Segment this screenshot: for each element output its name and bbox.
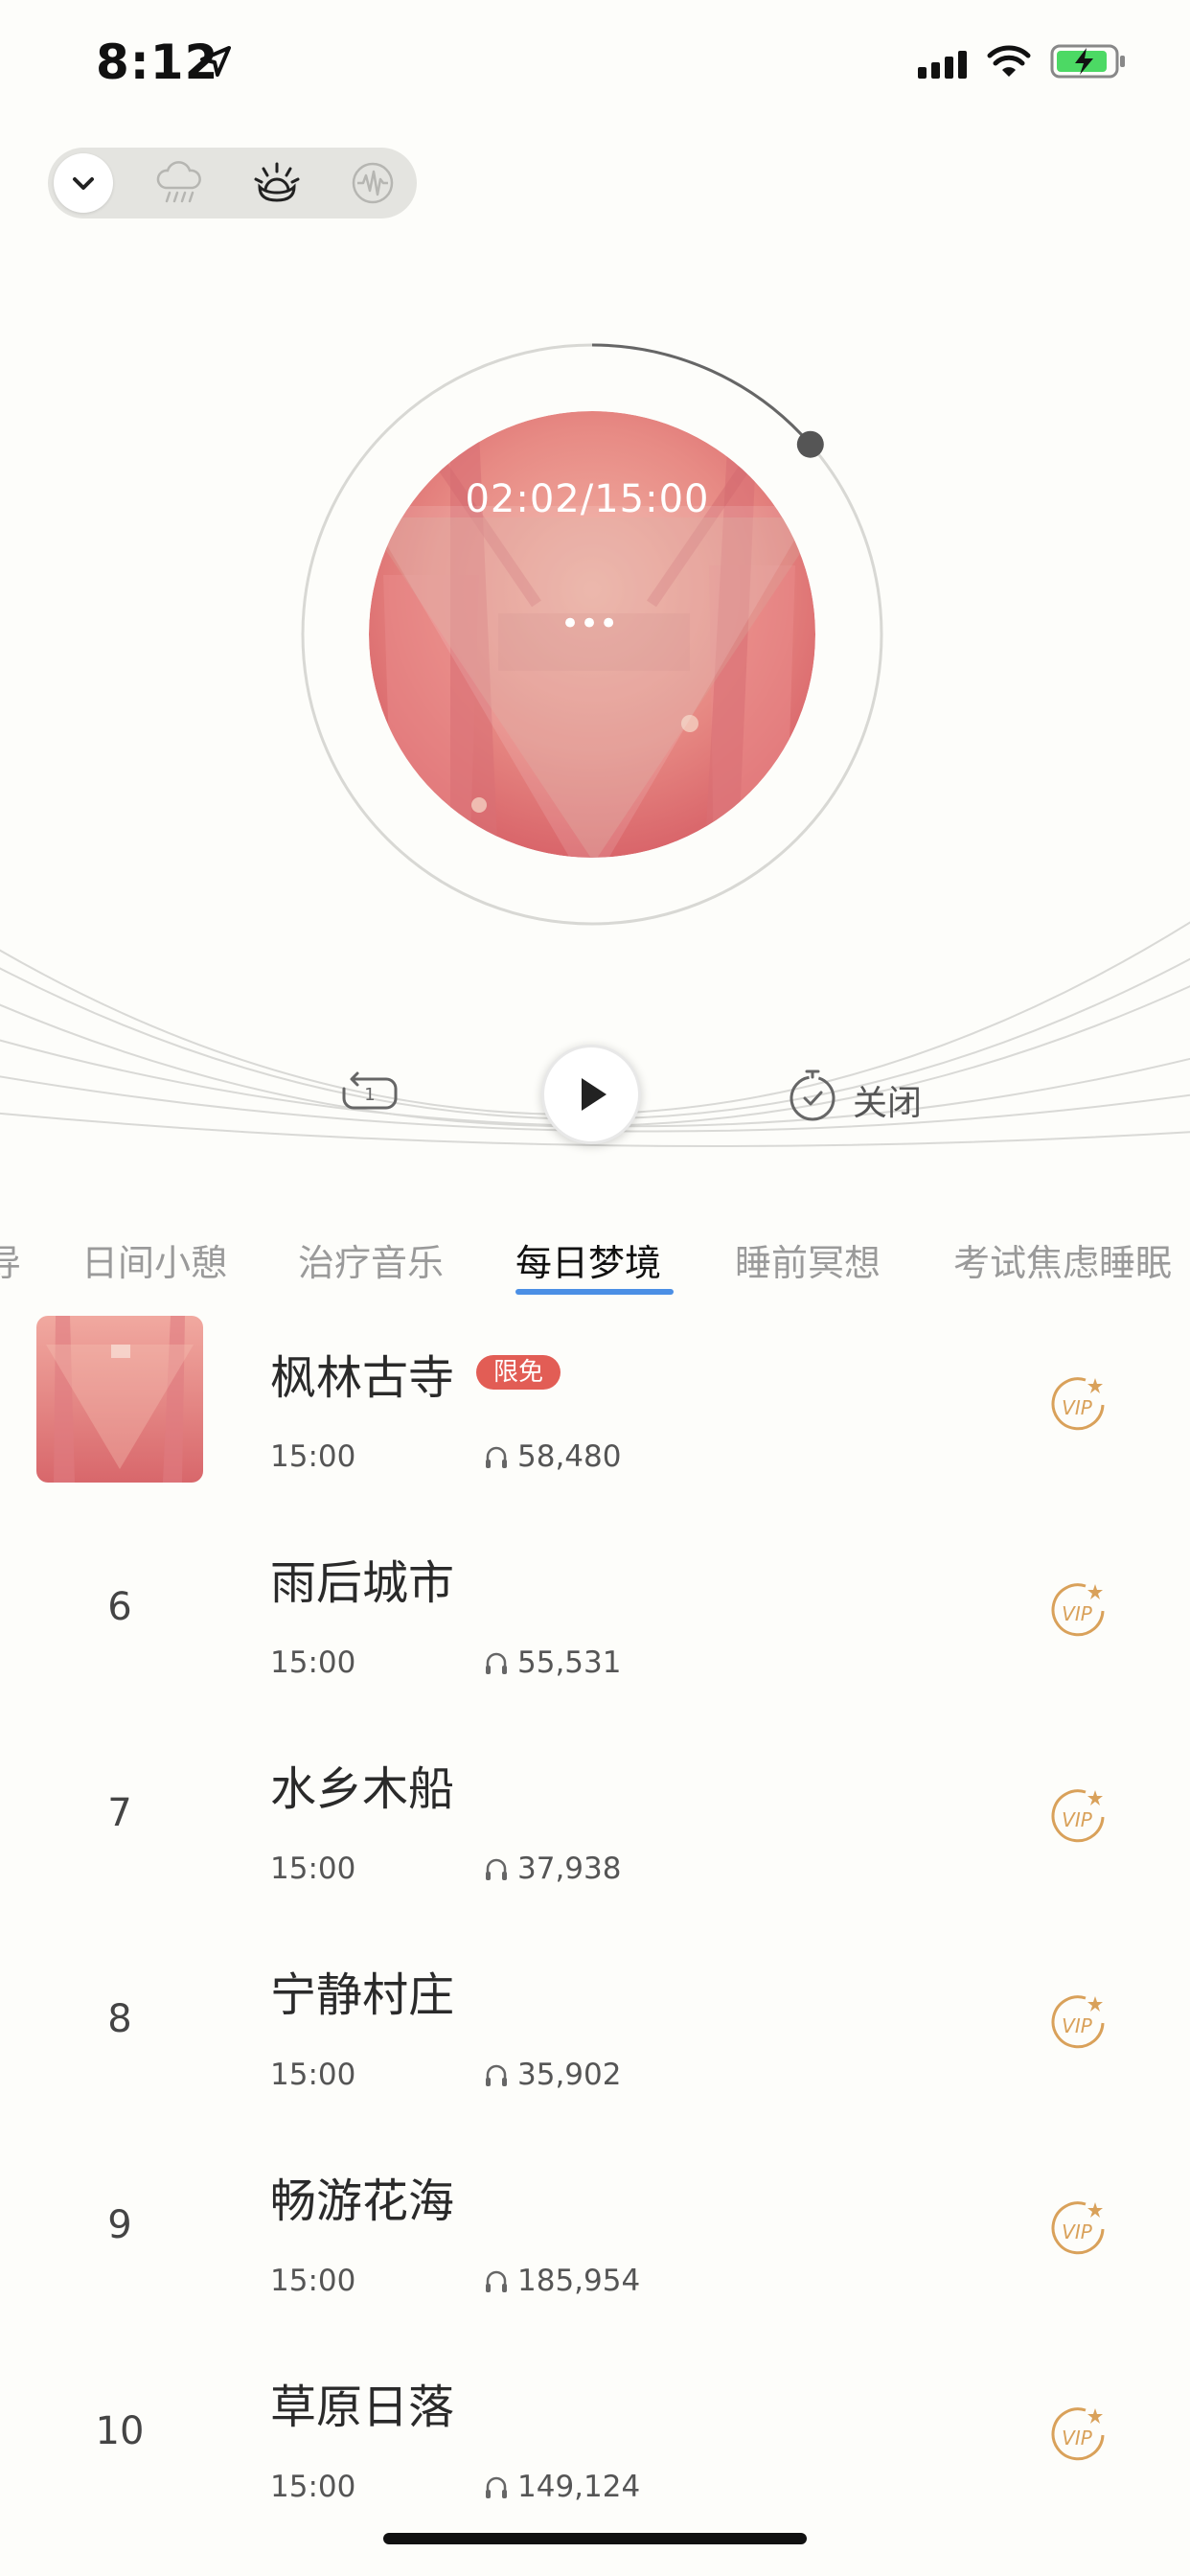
track-number: 9 <box>107 2203 132 2247</box>
track-number: 6 <box>107 1585 132 1629</box>
tab-exam-anxiety-sleep[interactable]: 考试焦虑睡眠 <box>953 1233 1172 1286</box>
track-duration: 15:00 <box>270 2058 356 2092</box>
home-indicator <box>383 2533 807 2544</box>
wave-mode-button[interactable] <box>343 153 402 213</box>
svg-text:VIP: VIP <box>1062 1602 1093 1625</box>
svg-text:1: 1 <box>364 1085 375 1105</box>
vip-icon[interactable]: VIP <box>1047 1784 1110 1848</box>
vip-icon[interactable]: VIP <box>1047 1372 1110 1436</box>
track-duration: 15:00 <box>270 1439 356 1474</box>
tab-partial[interactable]: 导 <box>0 1233 21 1286</box>
headphones-icon <box>486 1652 507 1674</box>
playback-time: 02:02/15:00 <box>465 477 710 521</box>
rain-cloud-icon <box>156 161 201 203</box>
svg-text:VIP: VIP <box>1062 1808 1093 1831</box>
signal-icon <box>918 51 967 79</box>
track-plays: 35,902 <box>483 2058 621 2092</box>
sunrise-icon <box>254 162 300 202</box>
collapse-button[interactable] <box>54 153 113 213</box>
more-button[interactable]: ••• <box>561 608 618 652</box>
track-number: 7 <box>107 1791 132 1835</box>
headphones-icon <box>486 1446 507 1468</box>
progress-knob[interactable] <box>796 430 824 458</box>
vip-icon[interactable]: VIP <box>1047 2196 1110 2260</box>
vip-icon[interactable]: VIP <box>1047 1990 1110 2054</box>
svg-text:VIP: VIP <box>1062 2014 1093 2037</box>
chevron-down-icon <box>73 177 94 190</box>
track-play-count: 185,954 <box>517 2264 641 2298</box>
track-duration: 15:00 <box>270 1645 356 1680</box>
track-plays: 37,938 <box>483 1852 621 1886</box>
category-tabs: 导 日间小憩 治疗音乐 每日梦境 睡前冥想 考试焦虑睡眠 <box>0 1222 1190 1299</box>
headphones-icon <box>486 1858 507 1880</box>
track-plays: 185,954 <box>483 2264 640 2298</box>
svg-text:VIP: VIP <box>1062 2426 1093 2450</box>
track-title: 枫林古寺 <box>270 1351 455 1405</box>
battery-charging-icon <box>1050 44 1125 79</box>
track-title: 畅游花海 <box>270 2174 455 2228</box>
play-button[interactable] <box>541 1045 641 1144</box>
sunrise-mode-button[interactable] <box>247 153 307 213</box>
play-icon <box>582 1078 606 1111</box>
track-thumbnail <box>36 1316 203 1483</box>
track-plays: 58,480 <box>483 1439 621 1474</box>
timer-icon[interactable] <box>786 1066 839 1123</box>
track-play-count: 55,531 <box>517 1645 622 1680</box>
track-play-count: 149,124 <box>517 2470 641 2504</box>
track-title: 宁静村庄 <box>270 1968 455 2022</box>
headphones-icon <box>486 2270 507 2292</box>
track-number: 10 <box>95 2409 145 2453</box>
tab-daily-dream[interactable]: 每日梦境 <box>515 1233 661 1286</box>
track-play-count: 37,938 <box>517 1852 622 1886</box>
tab-daytime-nap[interactable]: 日间小憩 <box>81 1233 227 1286</box>
track-number: 8 <box>107 1997 132 2041</box>
track-duration: 15:00 <box>270 2264 356 2298</box>
vip-icon[interactable]: VIP <box>1047 1578 1110 1642</box>
track-plays: 149,124 <box>483 2470 640 2504</box>
track-plays: 55,531 <box>483 1645 621 1680</box>
track-duration: 15:00 <box>270 2470 356 2504</box>
track-title: 水乡木船 <box>270 1762 455 1816</box>
svg-text:VIP: VIP <box>1062 1396 1093 1419</box>
svg-text:VIP: VIP <box>1062 2220 1093 2243</box>
sound-wave-icon <box>352 162 394 204</box>
tab-bedtime-meditation[interactable]: 睡前冥想 <box>735 1233 881 1286</box>
headphones-icon <box>486 2064 507 2086</box>
track-play-count: 58,480 <box>517 1439 622 1474</box>
free-badge: 限免 <box>476 1355 561 1390</box>
rain-mode-button[interactable] <box>149 153 209 213</box>
repeat-one-icon[interactable]: 1 <box>340 1066 400 1119</box>
vip-icon[interactable]: VIP <box>1047 2403 1110 2466</box>
track-title: 雨后城市 <box>270 1556 455 1610</box>
timer-label[interactable]: 关闭 <box>853 1075 922 1125</box>
active-tab-indicator <box>515 1289 674 1295</box>
track-play-count: 35,902 <box>517 2058 622 2092</box>
wifi-icon <box>987 45 1031 77</box>
sound-mode-switcher <box>48 148 417 218</box>
location-arrow-icon <box>200 46 231 77</box>
track-title: 草原日落 <box>270 2380 455 2434</box>
tab-therapy-music[interactable]: 治疗音乐 <box>298 1233 444 1286</box>
headphones-icon <box>486 2476 507 2498</box>
track-duration: 15:00 <box>270 1852 356 1886</box>
